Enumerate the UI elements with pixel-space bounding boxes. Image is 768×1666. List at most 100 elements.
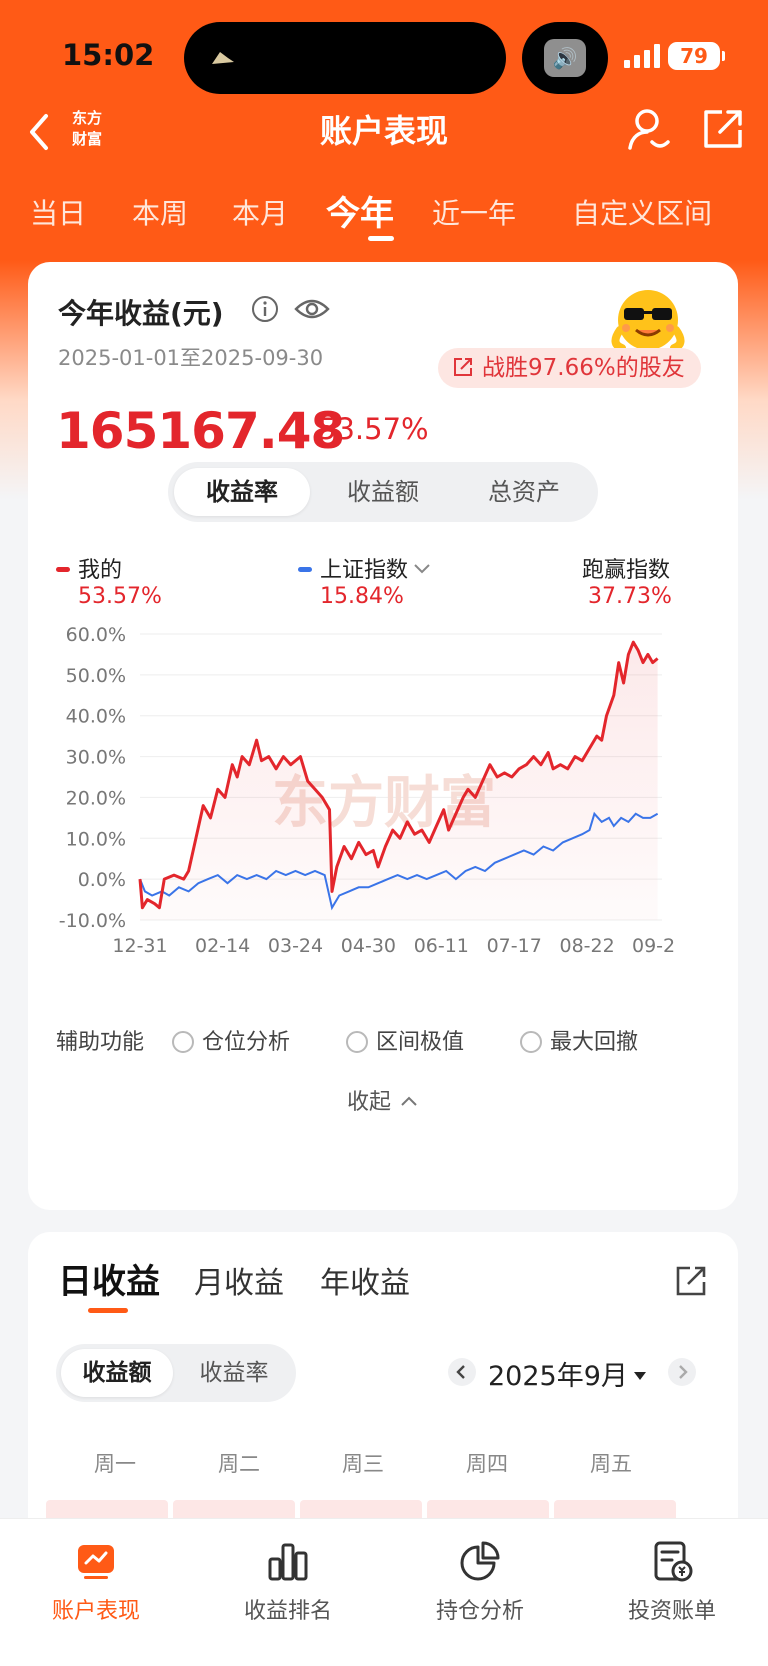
nav-label: 持仓分析 (435, 1599, 524, 1624)
legend-index-value: 15.84% (320, 584, 404, 609)
y-tick-label: 40.0% (66, 706, 126, 728)
aux-option-range-extreme-label: 区间极值 (376, 1030, 465, 1055)
tab-daily-profit[interactable]: 日收益 (58, 1254, 160, 1303)
tab-week[interactable]: 本周 (132, 192, 188, 232)
aux-option-position[interactable]: 仓位分析 (172, 1024, 290, 1056)
info-icon[interactable] (250, 294, 280, 324)
eye-icon[interactable] (294, 294, 330, 324)
y-tick-label: 60.0% (66, 624, 126, 646)
aux-option-position-label: 仓位分析 (202, 1030, 291, 1055)
nav-label: 收益排名 (243, 1599, 332, 1624)
battery-icon: 79 (668, 42, 725, 70)
radio-icon (172, 1031, 194, 1053)
signal-icon (624, 44, 660, 68)
bar-chart-icon (268, 1543, 308, 1581)
weekday-tue: 周二 (218, 1452, 260, 1476)
weekday-thu: 周四 (466, 1452, 508, 1476)
brand-logo: 东方 财富 (71, 109, 102, 148)
nav-account-performance[interactable]: 账户表现 (0, 1529, 192, 1625)
profit-mode-segmented-control: 收益额 收益率 (56, 1344, 296, 1402)
next-month-button[interactable] (668, 1358, 696, 1386)
legend-dot-blue (298, 567, 312, 572)
tab-this-year[interactable]: 今年 (326, 186, 394, 235)
month-selector[interactable]: 2025年9月 (488, 1354, 646, 1393)
nav-investment-bill[interactable]: 投资账单 (576, 1529, 768, 1625)
mascot-sunglasses-icon (611, 290, 685, 352)
y-tick-label: 50.0% (66, 665, 126, 687)
tab-today[interactable]: 当日 (30, 192, 86, 232)
legend-index-label: 上证指数 (320, 558, 409, 583)
x-tick-label: 04-30 (341, 935, 396, 957)
aux-option-max-drawdown-label: 最大回撤 (550, 1030, 639, 1055)
prev-month-button[interactable] (448, 1358, 476, 1386)
summary-title: 今年收益(元) (58, 297, 224, 330)
weekday-fri: 周五 (590, 1452, 632, 1476)
tab-yearly-profit[interactable]: 年收益 (320, 1258, 410, 1302)
metric-tab-return-rate[interactable]: 收益率 (174, 468, 310, 516)
bill-icon (654, 1541, 693, 1582)
x-tick-label: 12-31 (112, 935, 167, 957)
chevron-down-icon (414, 564, 430, 574)
nav-profit-ranking[interactable]: 收益排名 (192, 1529, 384, 1625)
date-range: 2025-01-01至2025-09-30 (58, 346, 324, 370)
share-icon[interactable] (700, 106, 746, 152)
x-tick-label: 02-14 (195, 935, 250, 957)
caret-down-icon (633, 1372, 646, 1380)
return-line-chart[interactable]: 东方财富 60.0%50.0%40.0%30.0%20.0%10.0%0.0%-… (28, 612, 738, 1012)
y-tick-label: -10.0% (59, 910, 126, 932)
dynamic-island (184, 22, 506, 94)
volume-pill: 🔊 (522, 22, 608, 94)
legend-beat-value: 37.73% (588, 584, 672, 609)
month-label: 2025年9月 (488, 1361, 628, 1392)
mode-rate[interactable]: 收益率 (178, 1349, 290, 1397)
aux-option-max-drawdown[interactable]: 最大回撤 (520, 1024, 638, 1056)
performance-chart-icon (78, 1545, 114, 1579)
nav-holding-analysis[interactable]: 持仓分析 (384, 1529, 576, 1625)
legend-beat-label: 跑赢指数 (582, 558, 671, 583)
chevron-left-icon (456, 1365, 465, 1379)
chevron-right-icon (679, 1365, 688, 1379)
y-axis-ticks: 60.0% 50.0% 40.0% 30.0% 20.0% 10.0% 0.0% -10.0% (59, 624, 126, 932)
tab-monthly-profit[interactable]: 月收益 (194, 1258, 284, 1302)
chevron-up-icon (401, 1096, 417, 1106)
tab-last-year[interactable]: 近一年 (432, 192, 516, 232)
weekday-wed: 周三 (342, 1452, 384, 1476)
weekday-mon: 周一 (94, 1452, 136, 1476)
legend-index[interactable]: 上证指数 (298, 552, 432, 584)
tab-indicator (368, 236, 394, 241)
nav-label: 投资账单 (627, 1599, 716, 1624)
x-tick-label: 08-22 (559, 935, 614, 957)
x-axis-ticks: 12-31 02-14 03-24 04-30 06-11 07-17 08-22 09-2 (112, 935, 675, 957)
y-tick-label: 20.0% (66, 787, 126, 809)
activity-icon (212, 52, 234, 64)
share-small-icon (454, 358, 472, 376)
x-tick-label: 07-17 (487, 935, 542, 957)
legend-mine-label: 我的 (78, 558, 123, 583)
metric-tab-return-amount[interactable]: 收益额 (315, 468, 451, 516)
aux-label: 辅助功能 (56, 1030, 145, 1055)
legend-mine-value: 53.57% (78, 584, 162, 609)
status-time: 15:02 (62, 38, 155, 72)
rank-badge-text: 战胜97.66%的股友 (482, 355, 685, 381)
collapse-button[interactable]: 收起 (28, 1084, 738, 1116)
x-tick-label: 06-11 (414, 935, 469, 957)
user-icon[interactable] (626, 106, 672, 152)
legend-dot-red (56, 567, 70, 572)
metric-tab-total-assets[interactable]: 总资产 (456, 468, 592, 516)
nav-label: 账户表现 (51, 1599, 140, 1624)
collapse-label: 收起 (346, 1090, 391, 1115)
bottom-nav: 账户表现 收益排名 持仓分析 投资账单 (0, 1518, 768, 1666)
pie-chart-icon (460, 1541, 500, 1581)
profit-amount: 165167.48 (56, 402, 345, 460)
status-bar: 15:02 🔊 79 (0, 0, 768, 100)
x-tick-label: 09-2 (632, 935, 675, 957)
aux-option-range-extreme[interactable]: 区间极值 (346, 1024, 464, 1056)
tab-month[interactable]: 本月 (232, 192, 288, 232)
tab-custom-range[interactable]: 自定义区间 (572, 192, 712, 232)
back-arrow-icon[interactable] (22, 110, 56, 154)
summary-card: 今年收益(元) 2025-01-01至2025-09-30 战胜97.66%的股… (28, 262, 738, 1210)
radio-icon (346, 1031, 368, 1053)
mode-amount[interactable]: 收益额 (61, 1349, 173, 1397)
share-icon[interactable] (674, 1264, 708, 1298)
rank-badge[interactable]: 战胜97.66%的股友 (438, 348, 701, 388)
